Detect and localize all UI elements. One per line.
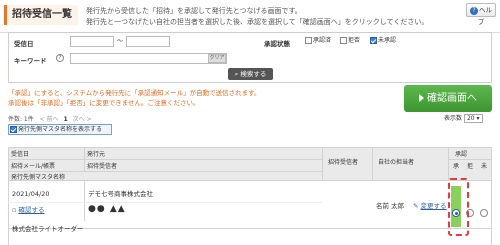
row-recipient-marks: ●● ▲▲ <box>88 204 126 214</box>
keyword-help-icon[interactable]: ? <box>56 54 64 62</box>
row-divider <box>8 159 322 160</box>
row-staff-name: 名前 太郎 <box>376 202 405 210</box>
highlight-frame <box>448 178 469 236</box>
header-own-staff: 自社の担当者 <box>378 159 415 166</box>
keyword-input[interactable] <box>70 53 227 64</box>
notice-line1: 「承認」にすると、システムから発行先に「承認通知メール」が自動で送信されます。 <box>8 89 261 97</box>
edit-icon: ✎ <box>413 202 421 210</box>
row-master-name: 株式会社ライトオーダー <box>12 225 84 233</box>
page-description-line2: 発行先と一つなげたい自社の担当者を選択した後、承認を選択して「確認画面へ」をクリ… <box>86 18 429 26</box>
row-divider <box>8 171 322 172</box>
search-button[interactable]: ⌕ 検索する <box>228 68 273 80</box>
notice-line2: 承認後は「非承認」「拒否」に変更できません。ご注意ください。 <box>8 99 200 107</box>
display-count-label: 表示数 <box>444 115 463 122</box>
header-issuer: 発行元 <box>87 151 106 158</box>
row-issuer-company: デモ七号商事株式会社 <box>88 190 153 198</box>
header-approve-col: 承 <box>453 163 460 170</box>
checkbox-checked-icon <box>10 126 17 133</box>
page-title: 招待受信一覧 <box>4 5 78 25</box>
row-received-date: 2021/04/20 <box>12 190 50 198</box>
header-pending-col: 未 <box>481 163 488 170</box>
confirm-link-label: 確認する <box>18 206 45 214</box>
status-label: 承認状態 <box>264 40 290 48</box>
status-rejected-label: 拒否 <box>348 37 361 44</box>
display-count-value: 20 <box>466 115 475 122</box>
keyword-label: キーワード <box>14 57 47 65</box>
header-approve: 承認 <box>455 151 468 158</box>
row-divider <box>8 202 322 203</box>
received-date-label: 受信日 <box>14 40 34 48</box>
display-count-select[interactable]: 20 ▾ <box>463 114 483 123</box>
row-change-link[interactable]: ✎ 変更する <box>413 202 447 210</box>
date-separator: 〜 <box>117 38 124 45</box>
help-icon: ? <box>470 7 478 15</box>
row-confirm-link[interactable]: ▫ 確認する <box>12 206 44 214</box>
page-description-line1: 発行先から受信した「招待」を承認して発行先とつなげる画面です。 <box>86 7 302 15</box>
master-toggle-label: 発行先側マスタ名称を表示する <box>18 126 103 133</box>
confirm-screen-button[interactable]: 確認画面へ <box>404 85 492 112</box>
change-link-label: 変更する <box>420 202 447 210</box>
checkbox-icon <box>340 37 347 44</box>
next-page-link[interactable]: 次へ > <box>73 116 92 123</box>
status-approved-label: 承認済 <box>313 37 332 44</box>
table-header <box>8 147 492 181</box>
display-count: 表示数 20 ▾ <box>444 113 483 123</box>
header-received-date: 受信日 <box>11 151 30 158</box>
help-button[interactable]: ? ヘルプ <box>466 3 496 26</box>
col-divider <box>84 181 85 221</box>
checkbox-icon <box>305 37 312 44</box>
date-from-input[interactable] <box>70 36 114 47</box>
current-page: 1 <box>63 116 68 123</box>
pager: 件数: 1件 < 前へ 1 次へ > <box>8 114 92 123</box>
header-invite-recipient: 招待受信者 <box>87 163 118 170</box>
confirm-button-label: 確認画面へ <box>427 93 477 104</box>
status-approved-checkbox[interactable]: 承認済 <box>305 37 331 45</box>
play-icon <box>419 94 424 102</box>
master-name-toggle[interactable]: 発行先側マスタ名称を表示する <box>8 124 112 135</box>
clear-button[interactable]: クリア <box>208 54 226 63</box>
header-invite-mail: 招待メール/帳票 <box>11 163 56 170</box>
header-approval-recipient: 招待受信者 <box>328 159 359 166</box>
header-reject-col: 拒 <box>467 163 474 170</box>
pending-radio[interactable] <box>480 209 488 217</box>
checkbox-checked-icon <box>370 37 377 44</box>
date-to-input[interactable] <box>126 36 170 47</box>
prev-page-link[interactable]: < 前へ <box>40 116 59 123</box>
search-button-label: 検索する <box>240 70 267 78</box>
result-count: 件数: 1件 <box>8 116 34 123</box>
status-pending-checkbox[interactable]: 未承認 <box>370 37 396 45</box>
status-rejected-checkbox[interactable]: 拒否 <box>340 37 360 45</box>
row-divider <box>448 159 492 160</box>
status-pending-label: 未承認 <box>378 37 397 44</box>
